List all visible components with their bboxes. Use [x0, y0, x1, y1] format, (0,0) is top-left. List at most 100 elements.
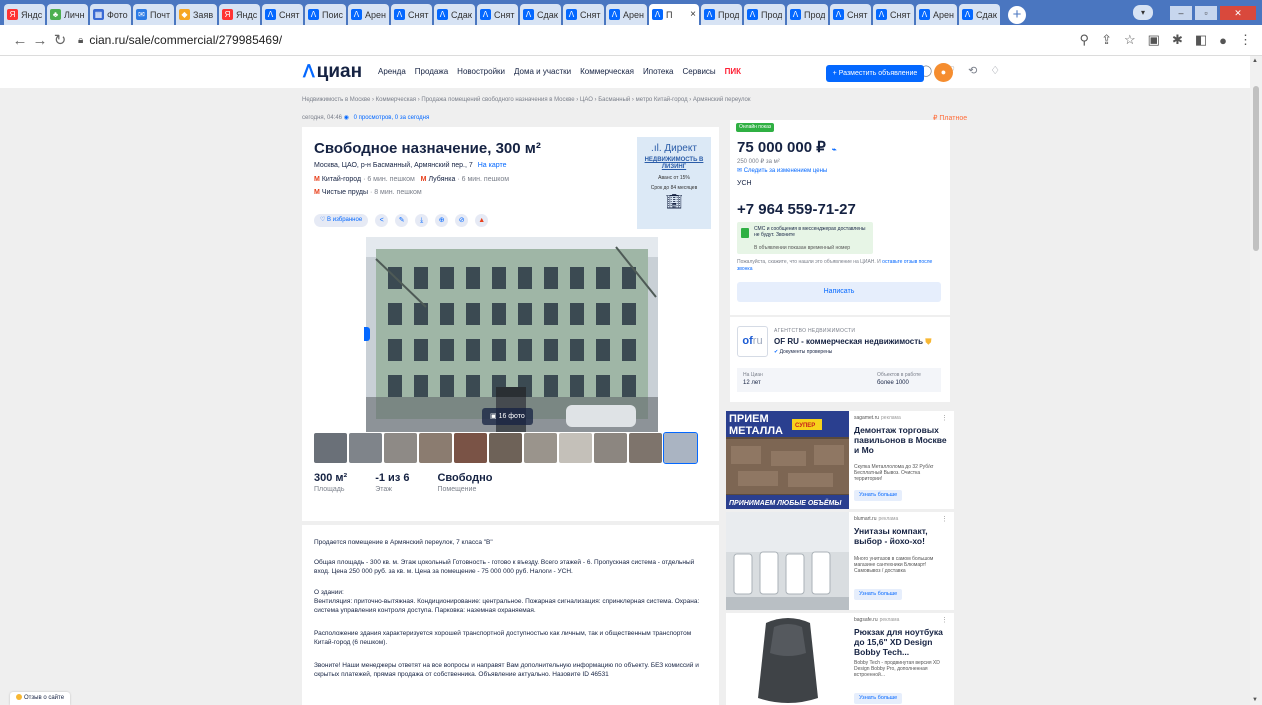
nav-commercial[interactable]: Коммерческая [580, 67, 634, 76]
browser-tab[interactable]: ♣ Личн [47, 4, 88, 25]
menu-kebab-icon[interactable]: ⋮ [1239, 32, 1252, 48]
ad-learn-more-button[interactable]: Узнать больше [854, 589, 903, 600]
views-link[interactable]: 0 просмотров, 0 за сегодня [354, 115, 430, 121]
browser-tab[interactable]: ᐱСняты [262, 4, 303, 25]
back-arrow-icon[interactable]: ← [10, 32, 30, 49]
nav-pik[interactable]: ПИК [725, 67, 741, 76]
url-field[interactable]: cian.ru/sale/commercial/279985469/ [89, 33, 282, 47]
direct-leasing-ad[interactable]: .ıl. Директ НЕДВИЖИМОСТЬ В ЛИЗИНГ Аванс … [637, 137, 711, 229]
phone-number[interactable]: +7 964 559-71-27 [737, 201, 856, 218]
page-scrollbar[interactable]: ▲ ▼ [1250, 56, 1262, 705]
map-link[interactable]: На карте [478, 162, 507, 169]
ad-learn-more-button[interactable]: Узнать больше [854, 490, 903, 501]
sidebar-icon[interactable]: ◧ [1195, 32, 1207, 48]
browser-tab[interactable]: ᐱ Прод [787, 4, 828, 25]
browser-tab[interactable]: ᐱ Прод [744, 4, 785, 25]
browser-tab[interactable]: ᐱ Сдаю [520, 4, 561, 25]
lock-icon[interactable]: 🔒︎ [78, 35, 83, 46]
browser-tab[interactable]: Я Яндс [219, 4, 260, 25]
browser-tab[interactable]: ᐱ Сдаю [434, 4, 475, 25]
metro-station[interactable]: Китай-город [322, 176, 361, 183]
reload-icon[interactable]: ↻ [50, 31, 70, 49]
photo-thumbnail[interactable] [559, 433, 592, 463]
scrollbar-thumb[interactable] [1253, 86, 1259, 251]
photo-thumbnail[interactable] [384, 433, 417, 463]
nav-services[interactable]: Сервисы [683, 67, 716, 76]
hide-icon[interactable]: ⊘ [455, 214, 469, 227]
saved-search-icon[interactable]: ⟲ [968, 64, 977, 77]
add-to-favorites-button[interactable]: ♡ В избранное [314, 214, 369, 227]
browser-tab[interactable]: ᐱСняты [477, 4, 518, 25]
download-icon[interactable]: ⤓ [415, 214, 429, 227]
photo-thumbnail[interactable] [419, 433, 452, 463]
zoom-icon[interactable]: ⚲ [1080, 32, 1090, 48]
write-message-button[interactable]: Написать [737, 282, 941, 302]
metro-station[interactable]: Лубянка [429, 176, 456, 183]
metro-station[interactable]: Чистые пруды [322, 189, 368, 196]
tab-close-icon[interactable]: × [690, 9, 696, 20]
browser-tab[interactable]: ᐱ Поис [305, 4, 346, 25]
photo-thumbnail[interactable] [524, 433, 557, 463]
ad-title[interactable]: Демонтаж торговых павильонов в Москве и … [854, 425, 949, 455]
agency-name[interactable]: OF RU - коммерческая недвижимость ⛊ [774, 337, 931, 347]
follow-price-link[interactable]: ✉ Следить за изменением цены [737, 167, 827, 174]
ad-menu-icon[interactable]: ⋮ [941, 414, 948, 422]
close-window-icon[interactable]: ✕ [1220, 5, 1256, 20]
nav-houses[interactable]: Дома и участки [514, 67, 571, 76]
ad-menu-icon[interactable]: ⋮ [941, 515, 948, 523]
ad-source[interactable]: sagamet.ru реклама [854, 415, 901, 421]
ad-title[interactable]: Рюкзак для ноутбука до 15,6" XD Design B… [854, 627, 949, 657]
share-icon[interactable]: ⇪ [1101, 32, 1112, 48]
ad-card[interactable]: bagsafe.ru реклама Рюкзак для ноутбука до… [726, 613, 954, 705]
browser-tab[interactable]: ᐱ Арен [606, 4, 647, 25]
browser-tab[interactable]: ᐱСняты [391, 4, 432, 25]
browser-tab[interactable]: ᐱ Арен [348, 4, 389, 25]
ad-menu-icon[interactable]: ⋮ [941, 616, 948, 624]
browser-tab[interactable]: Я Яндс [4, 4, 45, 25]
nav-new-buildings[interactable]: Новостройки [457, 67, 505, 76]
profile-icon[interactable]: ● [1219, 33, 1227, 48]
photo-thumbnail[interactable] [314, 433, 347, 463]
browser-tab[interactable]: ᐱ П × [649, 4, 699, 25]
compare-icon[interactable]: ⊕ [435, 214, 449, 227]
report-warning-icon[interactable]: ▲ [475, 214, 489, 227]
photo-prev-arrow-icon[interactable] [364, 327, 370, 341]
browser-tab[interactable]: ᐱСняты [563, 4, 604, 25]
browser-tab[interactable]: ▦ Фото [90, 4, 131, 25]
extension-new-icon[interactable]: ▣ [1148, 32, 1160, 48]
ad-source[interactable]: blumart.ru реклама [854, 516, 898, 522]
breadcrumb[interactable]: Недвижимость в Москве › Коммерческая › П… [302, 97, 751, 103]
ad-title[interactable]: Унитазы компакт, выбор - йохо-хо! [854, 526, 949, 546]
extensions-puzzle-icon[interactable]: ✱ [1172, 32, 1183, 48]
forward-arrow-icon[interactable]: → [30, 32, 50, 49]
edit-note-icon[interactable]: ✎ [395, 214, 409, 227]
price-history-icon[interactable]: ⌁ [832, 145, 837, 154]
photo-thumbnail[interactable] [489, 433, 522, 463]
photo-thumbnail[interactable] [594, 433, 627, 463]
ad-card[interactable]: blumart.ru реклама Унитазы компакт, выбор… [726, 512, 954, 610]
site-feedback-button[interactable]: Отзыв о сайте [10, 692, 71, 705]
notifications-bell-icon[interactable]: ♢ [990, 64, 1000, 77]
nav-sale[interactable]: Продажа [415, 67, 448, 76]
browser-tab[interactable]: ✉ Почт [133, 4, 174, 25]
scroll-down-icon[interactable]: ▼ [1252, 697, 1258, 703]
tab-search-chevron-icon[interactable]: ▾ [1133, 5, 1153, 20]
photo-thumbnail[interactable] [349, 433, 382, 463]
browser-tab[interactable]: ᐱСняты [830, 4, 871, 25]
agency-logo[interactable]: ofru [737, 326, 768, 357]
nav-rent[interactable]: Аренда [378, 67, 406, 76]
ad-card[interactable]: ПРИЕМ МЕТАЛЛА СУПЕР ПРИНИМАЕМ ЛЮБЫЕ ОБЪЁ… [726, 411, 954, 509]
browser-tab[interactable]: ◆ Заяв [176, 4, 217, 25]
browser-tab[interactable]: ᐱСняты [873, 4, 914, 25]
minimize-icon[interactable]: – [1170, 5, 1192, 20]
browser-tab[interactable]: ᐱ Сдаю [959, 4, 1000, 25]
new-tab-button[interactable]: + [1008, 5, 1026, 24]
ad-source[interactable]: bagsafe.ru реклама [854, 617, 899, 623]
ad-learn-more-button[interactable]: Узнать больше [854, 693, 903, 704]
post-ad-button[interactable]: + Разместить объявление [826, 65, 924, 82]
browser-tab[interactable]: ᐱ Прод [701, 4, 742, 25]
user-avatar[interactable]: ● [934, 63, 953, 82]
cian-logo[interactable]: ᐱ циан [303, 61, 362, 83]
photo-count-badge[interactable]: ▣ 16 фото [482, 408, 533, 425]
photo-thumbnail[interactable] [629, 433, 662, 463]
